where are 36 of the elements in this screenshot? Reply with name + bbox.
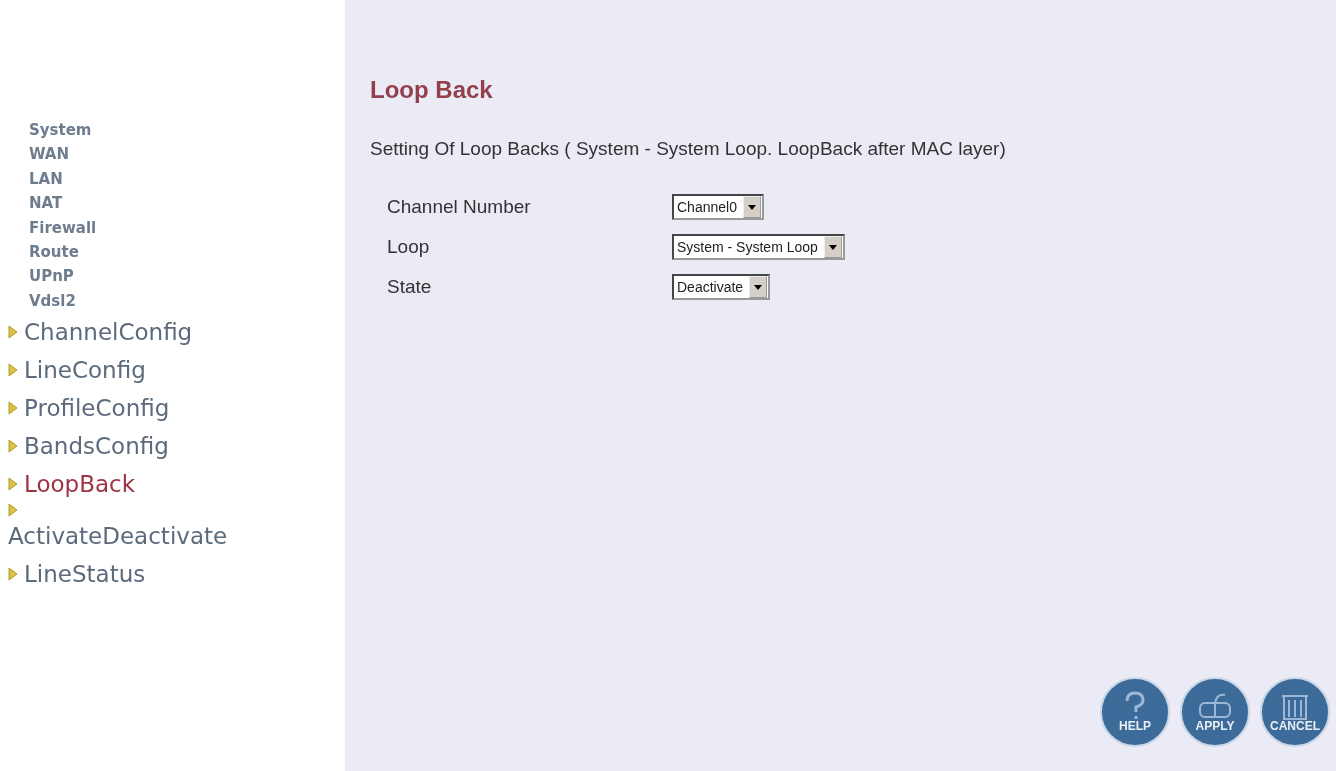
round-button[interactable]: HELP (1100, 677, 1170, 747)
sidebar-link[interactable]: ChannelConfig (24, 313, 193, 352)
sidebar-link[interactable]: LAN (8, 166, 63, 192)
sidebar-link[interactable]: UPnP (8, 264, 74, 289)
sidebar-link[interactable]: NAT (8, 191, 63, 216)
dropdown[interactable]: Channel0 (672, 194, 764, 220)
page-description: Setting Of Loop Backs ( System - System Loop. LoopBack after MAC layer) (370, 138, 1007, 160)
sidebar-link[interactable]: ProfileConfig (24, 389, 170, 428)
field-label: Channel Number (387, 196, 532, 218)
field-label: Loop (387, 236, 431, 258)
sidebar-link[interactable]: LineConfig (24, 351, 146, 390)
sidebar-link[interactable]: System (8, 118, 92, 143)
page-title: Loop Back (370, 76, 494, 104)
dropdown[interactable]: System - System Loop (672, 234, 845, 260)
triangle-icon (8, 325, 18, 340)
field-label: State (387, 276, 433, 298)
sidebar-link[interactable]: LineStatus (24, 555, 146, 594)
sidebar-link[interactable]: LoopBack (24, 465, 135, 504)
round-button[interactable]: APPLY (1180, 677, 1250, 747)
sidebar-link[interactable]: Firewall (8, 215, 97, 241)
triangle-icon (8, 567, 18, 582)
triangle-icon (8, 477, 18, 492)
sidebar-link[interactable]: Route (8, 240, 79, 265)
dropdown[interactable]: Deactivate (672, 274, 771, 300)
sidebar-link[interactable]: BandsConfig (24, 427, 169, 466)
triangle-icon (8, 363, 18, 378)
caret-icon (754, 284, 763, 290)
sidebar-link[interactable]: Vdsl2 (8, 288, 76, 314)
sidebar-link[interactable]: ActivateDeactivate (8, 517, 228, 556)
sidebar-link[interactable]: WAN (8, 142, 70, 167)
round-button[interactable]: CANCEL (1260, 677, 1330, 747)
triangle-icon (8, 439, 18, 454)
triangle-icon (8, 401, 18, 416)
caret-icon (828, 244, 837, 250)
caret-icon (747, 204, 756, 210)
triangle-icon (8, 503, 18, 518)
